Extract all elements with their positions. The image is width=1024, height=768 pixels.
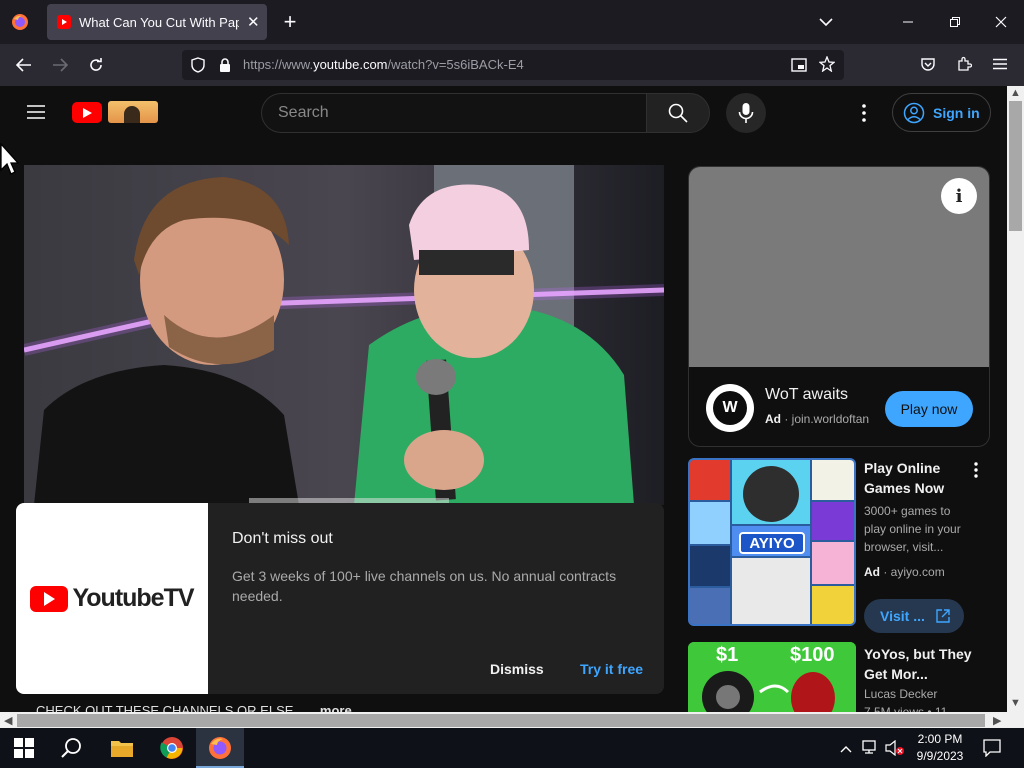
file-explorer-icon[interactable]	[110, 738, 134, 763]
doodle-logo-image[interactable]	[108, 101, 158, 123]
search-button[interactable]	[646, 93, 710, 133]
ad-title[interactable]: WoT awaits	[765, 386, 848, 404]
show-hidden-icons-chevron-icon[interactable]	[840, 741, 852, 759]
ad-subtitle: Ad · join.worldoftan	[765, 412, 870, 426]
youtube-tv-wordmark: YoutubeTV	[72, 584, 194, 612]
list-tabs-chevron-icon[interactable]	[814, 10, 838, 34]
sign-in-label: Sign in	[933, 104, 980, 121]
notifications-icon[interactable]	[983, 739, 1001, 762]
tab-title: What Can You Cut With Paper?	[79, 14, 239, 30]
promo-title: Don't miss out	[232, 530, 333, 547]
recommendation-description: 3000+ games to play online in your brows…	[864, 504, 961, 554]
recommendation-thumbnail[interactable]: $1 $100	[688, 642, 856, 712]
lock-icon[interactable]	[215, 55, 235, 75]
minimize-window-button[interactable]	[896, 10, 920, 34]
more-vertical-icon[interactable]	[968, 460, 984, 485]
clock-date: 9/9/2023	[916, 749, 964, 763]
scroll-up-arrow-icon[interactable]: ▲	[1010, 87, 1021, 99]
video-frame-image	[24, 165, 664, 505]
recommendation-channel[interactable]: Lucas Decker	[864, 687, 937, 701]
mouse-cursor-icon	[0, 142, 20, 182]
bookmark-star-icon[interactable]	[817, 54, 837, 74]
thumbnail-brand-text: AYIYO	[739, 532, 805, 554]
advertiser-logo-mark: W	[713, 391, 747, 425]
try-it-free-button[interactable]: Try it free	[580, 661, 643, 677]
dismiss-button[interactable]: Dismiss	[490, 661, 544, 677]
browser-tab-active[interactable]: What Can You Cut With Paper? ✕	[47, 4, 267, 40]
clock-time: 2:00 PM	[917, 732, 963, 746]
firefox-menu-icon[interactable]	[8, 10, 32, 34]
url-text[interactable]: https://www.youtube.com/watch?v=5s6iBACk…	[243, 57, 524, 72]
youtube-tv-promo-dialog: YoutubeTV Don't miss out Get 3 weeks of …	[16, 503, 664, 694]
visit-label: Visit ...	[880, 608, 925, 624]
external-link-icon	[936, 609, 950, 623]
recommendation-title[interactable]: Play Online Games Now	[864, 458, 974, 498]
back-arrow-icon[interactable]	[12, 53, 36, 77]
scroll-down-arrow-icon[interactable]: ▼	[1010, 697, 1021, 709]
picture-in-picture-icon[interactable]	[789, 55, 809, 75]
voice-search-button[interactable]	[726, 93, 766, 133]
video-player[interactable]	[24, 165, 664, 505]
microphone-icon	[738, 103, 754, 123]
taskbar-search-icon[interactable]	[61, 737, 83, 764]
close-window-button[interactable]	[989, 10, 1013, 34]
promo-image-panel: YoutubeTV	[16, 503, 208, 694]
restore-window-button[interactable]	[943, 10, 967, 34]
new-tab-button[interactable]: +	[278, 9, 302, 34]
scroll-right-arrow-icon[interactable]: ▶	[993, 714, 1001, 727]
youtube-tv-logo: YoutubeTV	[30, 584, 195, 613]
reload-icon[interactable]	[84, 53, 108, 77]
youtube-favicon-icon	[57, 15, 71, 29]
firefox-taskbar-button[interactable]	[196, 728, 244, 768]
browser-tab-bar: What Can You Cut With Paper? ✕ +	[0, 0, 1024, 44]
ad-label: Ad	[765, 412, 781, 426]
ad-domain: join.worldoftan	[791, 412, 870, 426]
sign-in-button[interactable]: Sign in	[892, 93, 991, 132]
youtube-play-logo-icon	[30, 585, 69, 612]
ad-domain: ayiyo.com	[890, 565, 945, 579]
guide-menu-icon[interactable]	[24, 100, 48, 124]
taskbar-clock[interactable]: 2:00 PM 9/9/2023	[905, 731, 975, 765]
promo-body: Get 3 weeks of 100+ live channels on us.…	[232, 568, 617, 604]
account-circle-icon	[903, 102, 925, 123]
sidebar-ad-card[interactable]: i W WoT awaits Ad · join.worldoftan Play…	[688, 166, 990, 447]
youtube-logo-icon[interactable]	[72, 102, 102, 123]
search-icon	[668, 103, 688, 123]
visit-site-button[interactable]: Visit ...	[864, 599, 964, 633]
play-now-button[interactable]: Play now	[885, 391, 973, 427]
scrollbar-corner	[1007, 712, 1024, 729]
chrome-icon[interactable]	[160, 736, 184, 765]
vertical-scrollbar-thumb[interactable]	[1009, 101, 1022, 231]
windows-start-icon[interactable]	[14, 738, 34, 763]
recommendation-thumbnail[interactable]: AYIYO	[688, 458, 856, 626]
recommendation-title[interactable]: YoYos, but They Get Mor...	[864, 644, 974, 684]
firefox-icon	[209, 737, 231, 759]
url-path: /watch?v=5s6iBACk-E4	[387, 57, 524, 72]
url-prefix: https://www.	[243, 57, 314, 72]
app-menu-hamburger-icon[interactable]	[990, 54, 1010, 74]
thumbnail-price-right: $100	[790, 644, 835, 666]
recommendation-ad-label: Ad · ayiyo.com	[864, 565, 945, 579]
thumbnail-price-left: $1	[716, 644, 739, 666]
ad-label: Ad	[864, 565, 880, 579]
scroll-left-arrow-icon[interactable]: ◀	[4, 714, 12, 727]
volume-muted-icon[interactable]	[885, 739, 905, 761]
ad-info-icon[interactable]: i	[941, 178, 977, 214]
search-input[interactable]: Search	[261, 93, 647, 133]
tracking-protection-shield-icon[interactable]	[188, 55, 208, 75]
tab-close-icon[interactable]: ✕	[247, 13, 260, 31]
forward-arrow-icon[interactable]	[48, 53, 72, 77]
pocket-icon[interactable]	[918, 54, 938, 74]
network-icon[interactable]	[862, 740, 880, 759]
extensions-icon[interactable]	[954, 54, 974, 74]
url-domain: youtube.com	[313, 57, 388, 72]
advertiser-logo[interactable]: W	[706, 384, 754, 432]
horizontal-scrollbar-thumb[interactable]	[17, 714, 985, 727]
more-vertical-icon[interactable]	[852, 101, 876, 125]
